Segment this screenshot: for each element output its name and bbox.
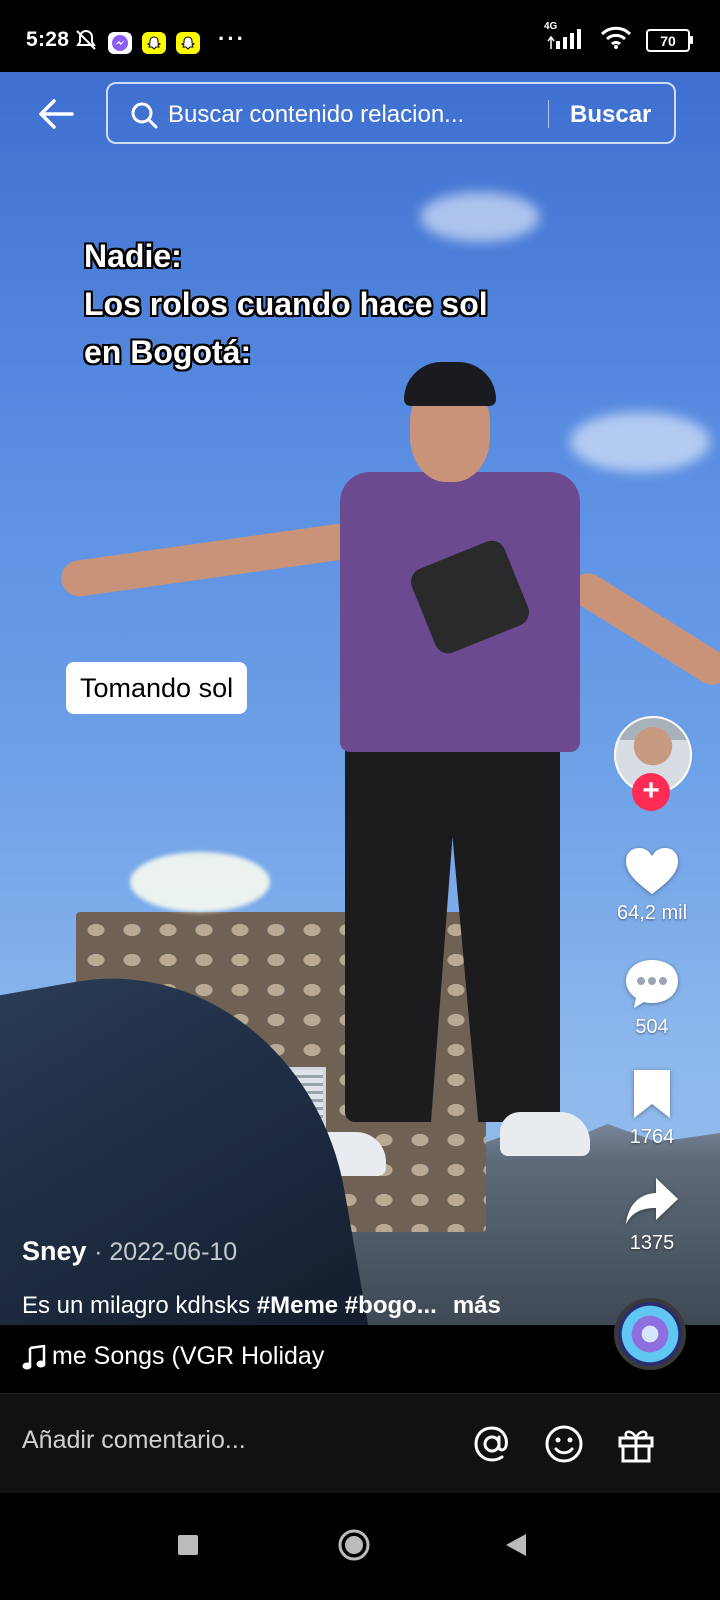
overlay-line: Los rolos cuando hace sol <box>84 286 488 322</box>
at-sign-icon <box>474 1426 508 1462</box>
save-button[interactable]: 1764 <box>600 1068 704 1149</box>
mention-button[interactable] <box>470 1422 514 1466</box>
like-count: 64,2 mil <box>616 902 688 924</box>
search-box[interactable]: Buscar contenido relacion... Buscar <box>106 82 676 144</box>
search-button[interactable]: Buscar <box>570 101 651 129</box>
emoji-button[interactable] <box>542 1422 586 1466</box>
video-person-shoe <box>500 1112 590 1156</box>
bell-off-icon <box>74 28 98 57</box>
comment-count: 504 <box>635 1016 669 1038</box>
back-nav-button[interactable] <box>494 1523 538 1567</box>
video-person-arm <box>58 521 362 599</box>
comment-input[interactable]: Añadir comentario... <box>22 1426 246 1455</box>
network-type: 4G <box>544 21 558 32</box>
author-name[interactable]: Sney <box>22 1236 87 1266</box>
music-title[interactable]: me Songs (VGR Holiday <box>52 1342 346 1371</box>
gift-button[interactable] <box>614 1422 658 1466</box>
circle-icon <box>338 1529 370 1561</box>
comment-icon <box>626 960 678 1008</box>
gift-icon <box>618 1430 654 1463</box>
caption-text: Es un milagro kdhsks <box>22 1292 257 1319</box>
music-row[interactable]: me Songs (VGR Holiday <box>0 1325 720 1393</box>
more-notifications-icon: ··· <box>218 26 246 51</box>
status-time: 5:28 <box>26 28 70 51</box>
video-cloud <box>570 412 710 472</box>
snapchat-icon <box>176 31 200 54</box>
search-input[interactable]: Buscar contenido relacion... <box>168 101 464 129</box>
video-person-arm <box>564 566 720 692</box>
messenger-icon <box>108 31 132 54</box>
status-system-icons: 4G 70 <box>544 21 693 55</box>
post-caption[interactable]: Es un milagro kdhsks #Meme #bogo... más <box>22 1292 501 1320</box>
like-button[interactable]: 64,2 mil <box>600 846 704 925</box>
save-count: 1764 <box>629 1126 675 1148</box>
heart-icon <box>626 848 678 894</box>
comment-bar: Añadir comentario... <box>0 1393 720 1494</box>
recents-button[interactable] <box>166 1523 210 1567</box>
search-icon <box>130 101 158 134</box>
home-button[interactable] <box>332 1523 376 1567</box>
music-note-icon <box>22 1344 46 1376</box>
smiley-icon <box>545 1425 583 1463</box>
overlay-line: Nadie: <box>84 238 182 274</box>
share-button[interactable]: 1375 <box>600 1176 704 1255</box>
wifi-icon <box>600 26 632 55</box>
back-arrow-icon <box>39 99 74 129</box>
snapchat-icon <box>142 31 166 54</box>
battery-icon: 70 <box>646 29 693 52</box>
share-count: 1375 <box>629 1232 675 1254</box>
comment-button[interactable]: 504 <box>600 958 704 1039</box>
triangle-back-icon <box>506 1534 526 1556</box>
post-date: · 2022-06-10 <box>94 1238 238 1266</box>
more-button[interactable]: más <box>453 1292 501 1319</box>
search-divider <box>548 100 549 128</box>
square-icon <box>178 1535 198 1555</box>
video-sticker-label: Tomando sol <box>66 662 248 714</box>
back-button[interactable] <box>34 94 78 134</box>
video-bag-plastic <box>130 852 270 912</box>
music-disc-icon[interactable] <box>614 1298 686 1370</box>
video-overlay-text: Nadie: Los rolos cuando hace sol en Bogo… <box>84 232 488 376</box>
signal-icon: 4G <box>544 21 586 54</box>
status-bar: 5:28 ··· 4G 70 <box>0 0 720 72</box>
status-notification-icons <box>74 28 200 57</box>
system-nav-bar <box>0 1493 720 1600</box>
bookmark-icon <box>634 1070 670 1118</box>
follow-button[interactable]: + <box>632 773 670 811</box>
caption-hashtags[interactable]: #Meme #bogo... <box>257 1292 437 1319</box>
share-arrow-icon <box>626 1178 678 1224</box>
author-row: Sney · 2022-06-10 <box>22 1236 237 1267</box>
overlay-line: en Bogotá: <box>84 334 252 370</box>
battery-level: 70 <box>660 32 676 49</box>
